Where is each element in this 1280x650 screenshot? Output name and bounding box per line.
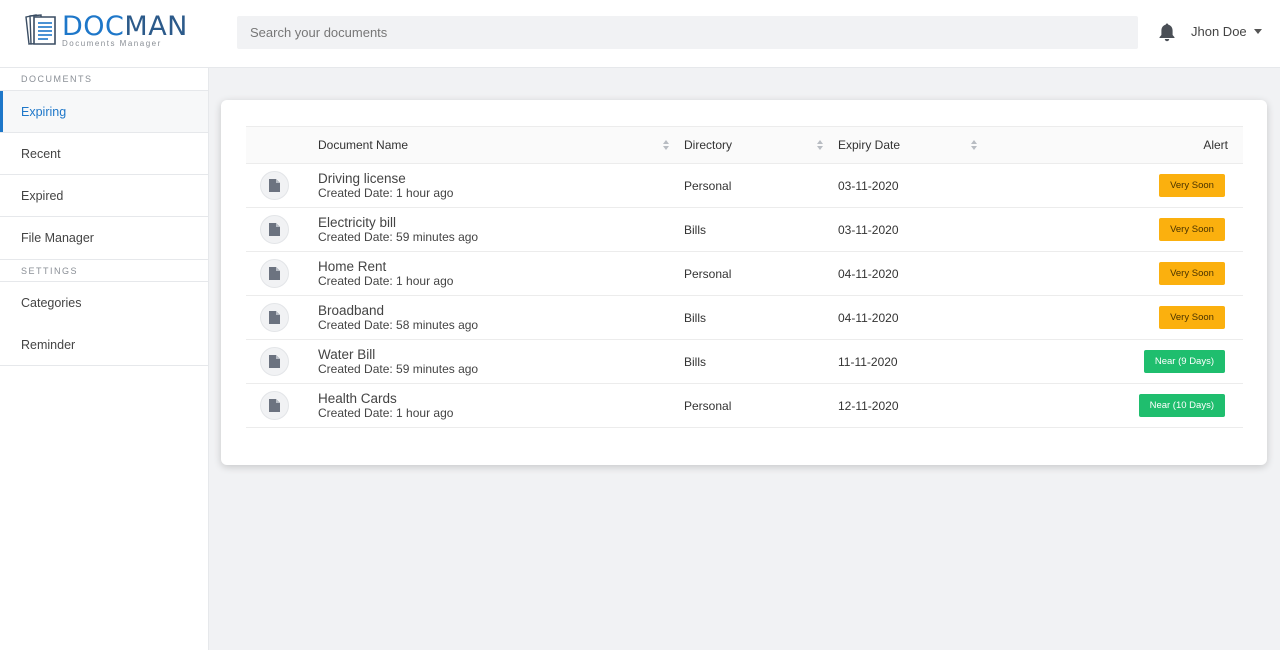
document-icon xyxy=(260,303,289,332)
alert-badge: Near (10 Days) xyxy=(1138,394,1225,417)
document-icon xyxy=(260,391,289,420)
sidebar-item-expiring[interactable]: Expiring xyxy=(0,91,208,133)
document-directory: Personal xyxy=(684,178,732,193)
sidebar-item-categories[interactable]: Categories xyxy=(0,282,208,324)
sidebar-item-expired[interactable]: Expired xyxy=(0,175,208,217)
table-row[interactable]: Health Cards Created Date: 1 hour ago Pers… xyxy=(246,384,1243,428)
search-input[interactable] xyxy=(237,16,1138,49)
documents-logo-icon xyxy=(22,12,60,48)
document-created-date: Created Date: 1 hour ago xyxy=(318,186,454,200)
column-header-expiry-date[interactable]: Expiry Date xyxy=(838,127,988,164)
document-name[interactable]: Water Bill xyxy=(318,347,684,362)
bell-icon[interactable] xyxy=(1158,22,1176,42)
logo[interactable]: DOCMAN Documents Manager xyxy=(22,12,187,52)
document-name[interactable]: Electricity bill xyxy=(318,215,684,230)
alert-badge: Very Soon xyxy=(1159,306,1225,329)
table-header-row: Document Name Directory Expiry Date Aler… xyxy=(246,126,1243,164)
user-menu[interactable]: Jhon Doe xyxy=(1191,24,1262,39)
table-row[interactable]: Home Rent Created Date: 1 hour ago Persona… xyxy=(246,252,1243,296)
alert-badge: Very Soon xyxy=(1159,262,1225,285)
document-directory: Personal xyxy=(684,398,732,413)
documents-card: Document Name Directory Expiry Date Aler… xyxy=(221,100,1267,465)
document-name[interactable]: Home Rent xyxy=(318,259,684,274)
document-name[interactable]: Health Cards xyxy=(318,391,684,406)
top-bar: DOCMAN Documents Manager Jhon Doe xyxy=(0,0,1280,68)
document-name[interactable]: Driving license xyxy=(318,171,684,186)
document-expiry-date: 11-11-2020 xyxy=(838,354,898,369)
document-expiry-date: 03-11-2020 xyxy=(838,178,899,193)
sort-icon[interactable] xyxy=(816,139,824,151)
document-directory: Bills xyxy=(684,222,707,237)
column-header-document-name[interactable]: Document Name xyxy=(318,127,684,164)
document-expiry-date: 04-11-2020 xyxy=(838,266,899,281)
alert-badge: Near (9 Days) xyxy=(1143,350,1225,373)
document-created-date: Created Date: 58 minutes ago xyxy=(318,318,479,332)
document-created-date: Created Date: 1 hour ago xyxy=(318,274,454,288)
table-row[interactable]: Water Bill Created Date: 59 minutes ago Bi… xyxy=(246,340,1243,384)
user-name: Jhon Doe xyxy=(1191,24,1247,39)
sidebar-item-recent[interactable]: Recent xyxy=(0,133,208,175)
sidebar-item-reminder[interactable]: Reminder xyxy=(0,324,208,366)
document-icon xyxy=(260,347,289,376)
sidebar: DOCUMENTS Expiring Recent Expired File M… xyxy=(0,68,209,650)
table-row[interactable]: Broadband Created Date: 58 minutes ago Bil… xyxy=(246,296,1243,340)
sort-icon[interactable] xyxy=(970,139,978,151)
alert-badge: Very Soon xyxy=(1159,218,1225,241)
document-icon xyxy=(260,259,289,288)
icon-column-header xyxy=(246,127,318,164)
sidebar-item-file-manager[interactable]: File Manager xyxy=(0,217,208,259)
documents-table: Document Name Directory Expiry Date Aler… xyxy=(246,126,1243,428)
column-header-alert: Alert xyxy=(1203,138,1228,152)
document-icon xyxy=(260,215,289,244)
document-directory: Bills xyxy=(684,354,707,369)
document-expiry-date: 12-11-2020 xyxy=(838,398,899,413)
alert-badge: Very Soon xyxy=(1159,174,1225,197)
section-label-settings: SETTINGS xyxy=(0,259,208,282)
document-created-date: Created Date: 1 hour ago xyxy=(318,406,454,420)
document-name[interactable]: Broadband xyxy=(318,303,684,318)
document-directory: Personal xyxy=(684,266,732,281)
column-header-directory[interactable]: Directory xyxy=(684,127,838,164)
document-created-date: Created Date: 59 minutes ago xyxy=(318,362,479,376)
document-expiry-date: 04-11-2020 xyxy=(838,310,899,325)
document-expiry-date: 03-11-2020 xyxy=(838,222,899,237)
table-row[interactable]: Electricity bill Created Date: 59 minutes… xyxy=(246,208,1243,252)
document-created-date: Created Date: 59 minutes ago xyxy=(318,230,479,244)
section-label-documents: DOCUMENTS xyxy=(0,68,208,91)
table-row[interactable]: Driving license Created Date: 1 hour ago P… xyxy=(246,164,1243,208)
logo-title: DOCMAN xyxy=(62,11,188,42)
sort-icon[interactable] xyxy=(662,139,670,151)
document-directory: Bills xyxy=(684,310,707,325)
document-icon xyxy=(260,171,289,200)
caret-down-icon xyxy=(1253,29,1262,34)
